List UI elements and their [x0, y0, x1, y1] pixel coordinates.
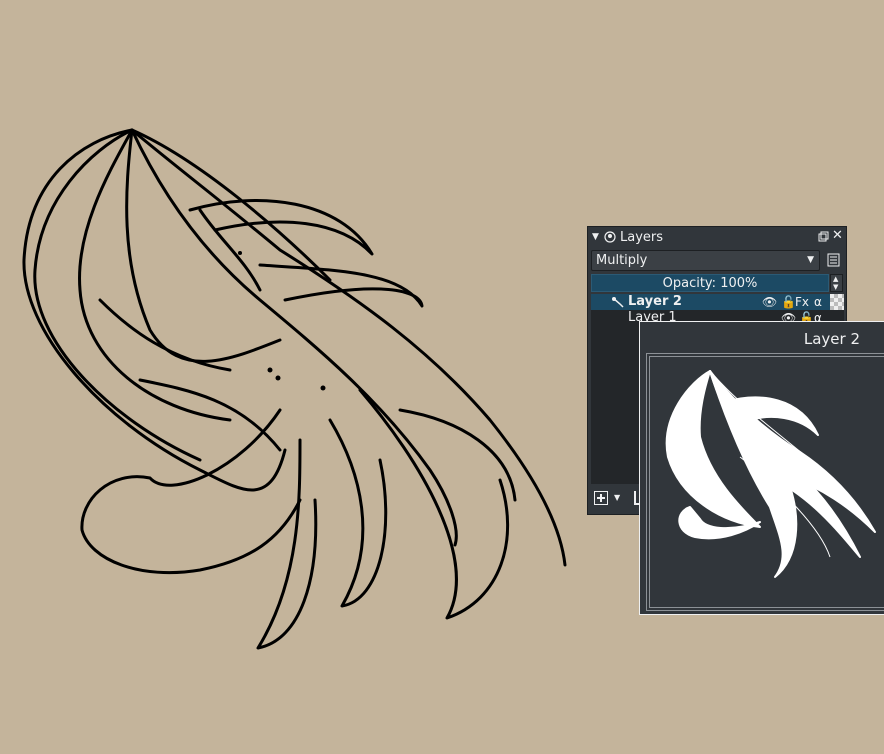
docker-titlebar[interactable]: ▼ Layers ✕	[588, 227, 846, 248]
opacity-label: Opacity: 100%	[662, 276, 758, 291]
blend-mode-value: Multiply	[596, 253, 648, 268]
blend-mode-select[interactable]: Multiply ▼	[591, 250, 820, 271]
alpha-icon[interactable]: α	[814, 295, 822, 309]
chevron-down-icon: ▼	[807, 255, 814, 265]
docker-title: Layers	[620, 230, 664, 245]
collapse-icon[interactable]: ▼	[592, 232, 599, 242]
preview-inner-frame	[649, 356, 884, 608]
spin-up-icon[interactable]: ▲	[833, 275, 838, 283]
opacity-spinner[interactable]: ▲ ▼	[830, 274, 843, 292]
close-icon[interactable]: ✕	[832, 228, 843, 244]
visibility-icon[interactable]: 👁	[762, 295, 777, 309]
spin-down-icon[interactable]: ▼	[833, 283, 838, 291]
hair-line-art	[22, 128, 567, 650]
paintbrush-icon	[612, 297, 624, 308]
lock-icon[interactable]: 🔓	[781, 295, 796, 309]
layer-preview-image	[665, 370, 876, 578]
float-icon[interactable]	[818, 231, 829, 242]
fx-icon[interactable]: Fx	[795, 295, 809, 309]
tooltip-title: Layer 2	[803, 330, 860, 348]
layer-preview-tooltip: Layer 2	[639, 321, 884, 615]
layer-thumbnail	[830, 294, 844, 310]
layer-row[interactable]: Layer 2 👁 🔓 Fx α	[591, 294, 844, 310]
chevron-down-icon[interactable]: ▼	[614, 493, 620, 502]
layers-icon	[604, 231, 616, 243]
opacity-slider[interactable]: Opacity: 100%	[591, 274, 829, 292]
layer-name: Layer 2	[628, 294, 682, 309]
properties-menu-icon[interactable]	[827, 253, 842, 268]
add-layer-icon[interactable]	[594, 491, 608, 505]
preview-frame	[646, 353, 884, 611]
